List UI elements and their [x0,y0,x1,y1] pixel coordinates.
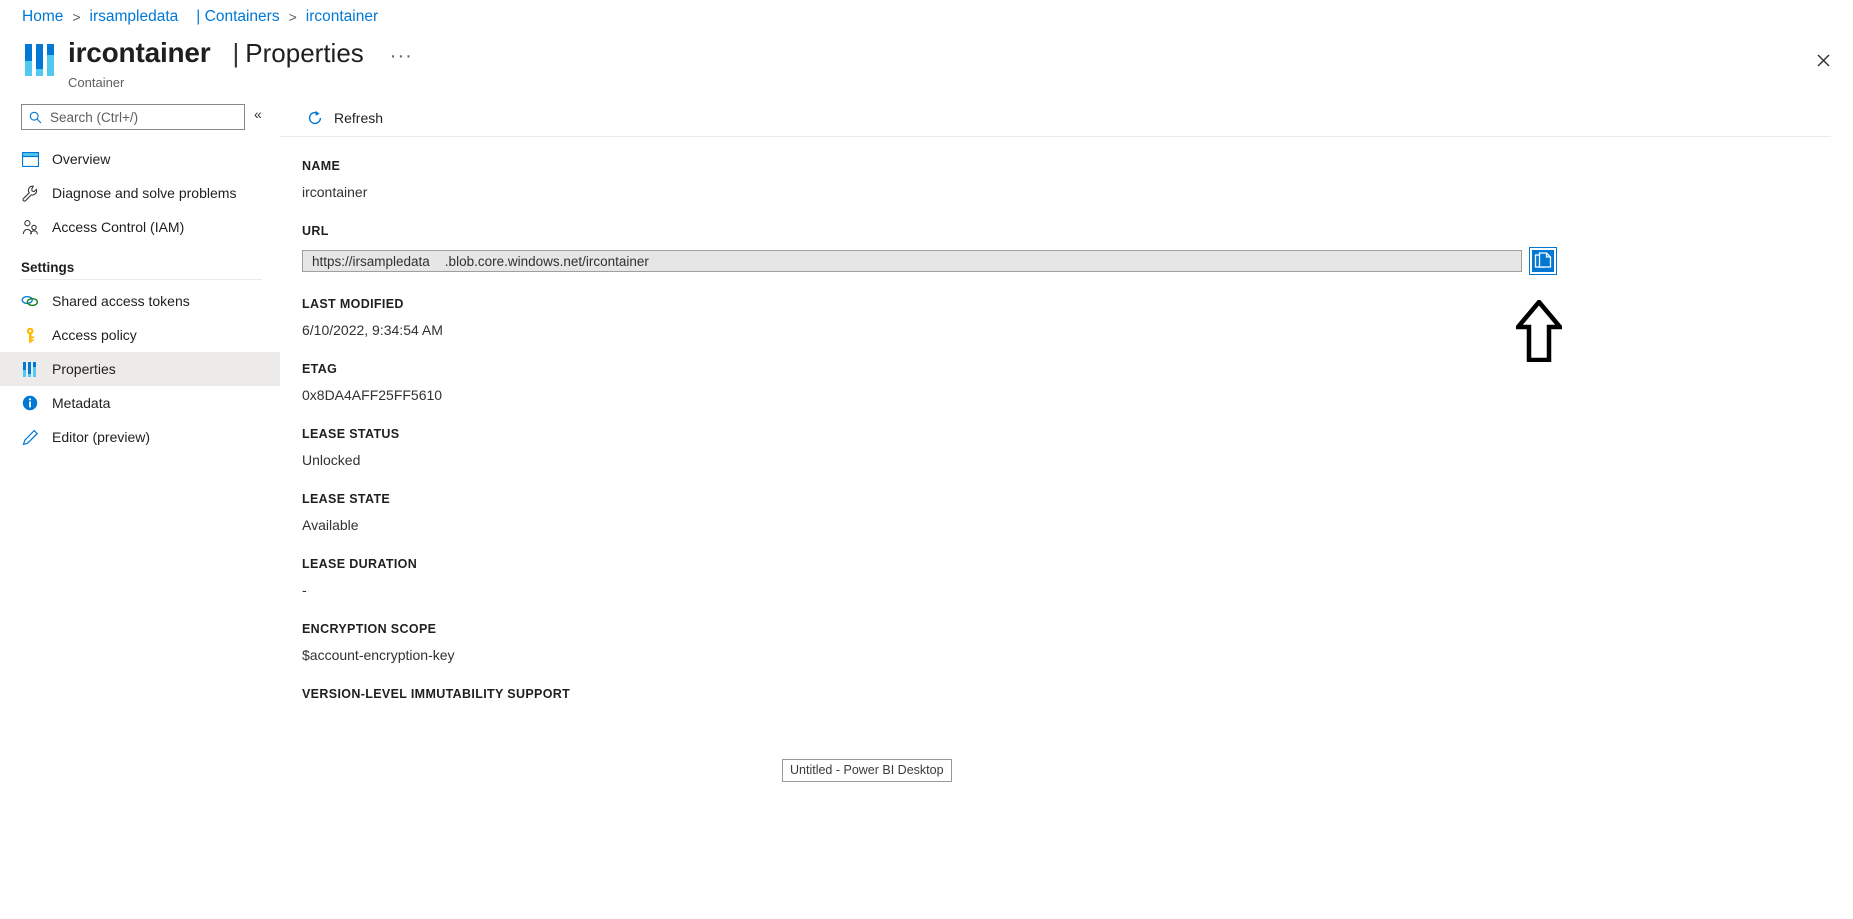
property-url: URL https://irsampledata .blob.core.wind… [302,224,1853,275]
property-lease-duration: LEASE DURATION - [302,557,1853,598]
title-separator: | [232,38,240,68]
property-label: ENCRYPTION SCOPE [302,622,437,636]
property-label: LEASE DURATION [302,557,418,571]
sidebar-item-diagnose-and-solve-problems[interactable]: Diagnose and solve problems [0,176,280,210]
property-label: LEASE STATE [302,492,391,506]
sidebar-divider [21,279,262,280]
page-header: ircontainer | Properties ··· Container [22,36,413,90]
sidebar-item-metadata[interactable]: Metadata [0,386,280,420]
people-icon [21,218,39,236]
sidebar-item-access-policy[interactable]: Access policy [0,318,280,352]
property-value: Unlocked [302,452,361,468]
breadcrumb-item-storage-account[interactable]: irsampledata [90,8,179,26]
copy-to-clipboard-button[interactable] [1529,247,1557,275]
pencil-icon [21,428,39,446]
resource-type-label: Container [68,75,125,90]
property-value: - [302,582,307,598]
sidebar-item-properties[interactable]: Properties [0,352,280,386]
key-icon [21,326,39,344]
url-field[interactable]: https://irsampledata .blob.core.windows.… [302,250,1522,272]
sidebar: « Overview Diagnose and solve proble [0,100,280,919]
sidebar-item-label: Metadata [52,395,111,411]
close-button[interactable] [1807,44,1839,76]
property-value: Available [302,517,359,533]
search-icon [29,111,42,123]
more-options-button[interactable]: ··· [390,39,413,73]
sidebar-item-label: Overview [52,151,111,167]
sidebar-item-label: Editor (preview) [52,429,151,445]
taskbar-tooltip: Untitled - Power BI Desktop [782,759,952,782]
copy-icon [1532,250,1554,272]
breadcrumb-separator-2: > [288,9,297,25]
sidebar-item-label: Access policy [52,327,137,343]
search-container [21,104,245,130]
property-etag: ETAG 0x8DA4AFF25FF5610 [302,362,1853,403]
page-subtitle: Properties [245,38,364,68]
properties-list: NAME ircontainer URL https://irsampledat… [280,137,1853,701]
refresh-icon [308,110,322,125]
property-lease-state: LEASE STATE Available [302,492,1853,533]
sidebar-item-label: Access Control (IAM) [52,219,185,235]
properties-sliders-icon [25,44,54,76]
breadcrumb-separator: > [72,9,81,25]
property-encryption-scope: ENCRYPTION SCOPE $account-encryption-key [302,622,1853,663]
breadcrumb-item-containers[interactable]: | Containers [196,8,279,26]
info-icon [21,394,39,412]
sidebar-item-editor-preview[interactable]: Editor (preview) [0,420,280,454]
property-version-level-immutability-support: VERSION-LEVEL IMMUTABILITY SUPPORT [302,687,1853,701]
overview-icon [21,150,39,168]
property-name: NAME ircontainer [302,159,1853,200]
refresh-button[interactable]: Refresh [302,107,388,129]
property-last-modified: LAST MODIFIED 6/10/2022, 9:34:54 AM [302,297,1853,338]
close-icon [1817,54,1829,66]
property-lease-status: LEASE STATUS Unlocked [302,427,1853,468]
link-icon [21,292,39,310]
sidebar-item-label: Properties [52,361,116,377]
property-value: 6/10/2022, 9:34:54 AM [302,322,443,338]
property-label: ETAG [302,362,338,376]
breadcrumb-item-container[interactable]: ircontainer [306,8,378,26]
sidebar-item-access-control-iam[interactable]: Access Control (IAM) [0,210,280,244]
property-label: LAST MODIFIED [302,297,404,311]
property-label: VERSION-LEVEL IMMUTABILITY SUPPORT [302,687,571,701]
property-value: 0x8DA4AFF25FF5610 [302,387,443,403]
main-content: Refresh NAME ircontainer URL https://irs… [280,100,1853,919]
property-value: $account-encryption-key [302,647,455,663]
sidebar-nav-list: Overview Diagnose and solve problems Acc… [0,142,280,454]
sidebar-item-overview[interactable]: Overview [0,142,280,176]
breadcrumb: Home > irsampledata | Containers > ircon… [22,8,378,26]
search-box[interactable] [21,104,245,130]
property-label: NAME [302,159,341,173]
refresh-label: Refresh [334,110,384,126]
breadcrumb-item-home[interactable]: Home [22,8,63,26]
sidebar-item-label: Shared access tokens [52,293,190,309]
sidebar-item-shared-access-tokens[interactable]: Shared access tokens [0,284,280,318]
toolbar: Refresh [280,100,1831,137]
properties-sliders-icon [21,360,39,378]
azure-portal-page: Home > irsampledata | Containers > ircon… [0,0,1853,919]
property-label: URL [302,224,329,238]
url-row: https://irsampledata .blob.core.windows.… [302,247,1853,275]
collapse-sidebar-button[interactable]: « [254,106,262,122]
wrench-icon [21,184,39,202]
sidebar-item-label: Diagnose and solve problems [52,185,237,201]
page-title: ircontainer [68,37,211,68]
property-value: ircontainer [302,184,368,200]
sidebar-group-settings: Settings [21,260,75,275]
property-label: LEASE STATUS [302,427,400,441]
search-input[interactable] [48,108,233,126]
